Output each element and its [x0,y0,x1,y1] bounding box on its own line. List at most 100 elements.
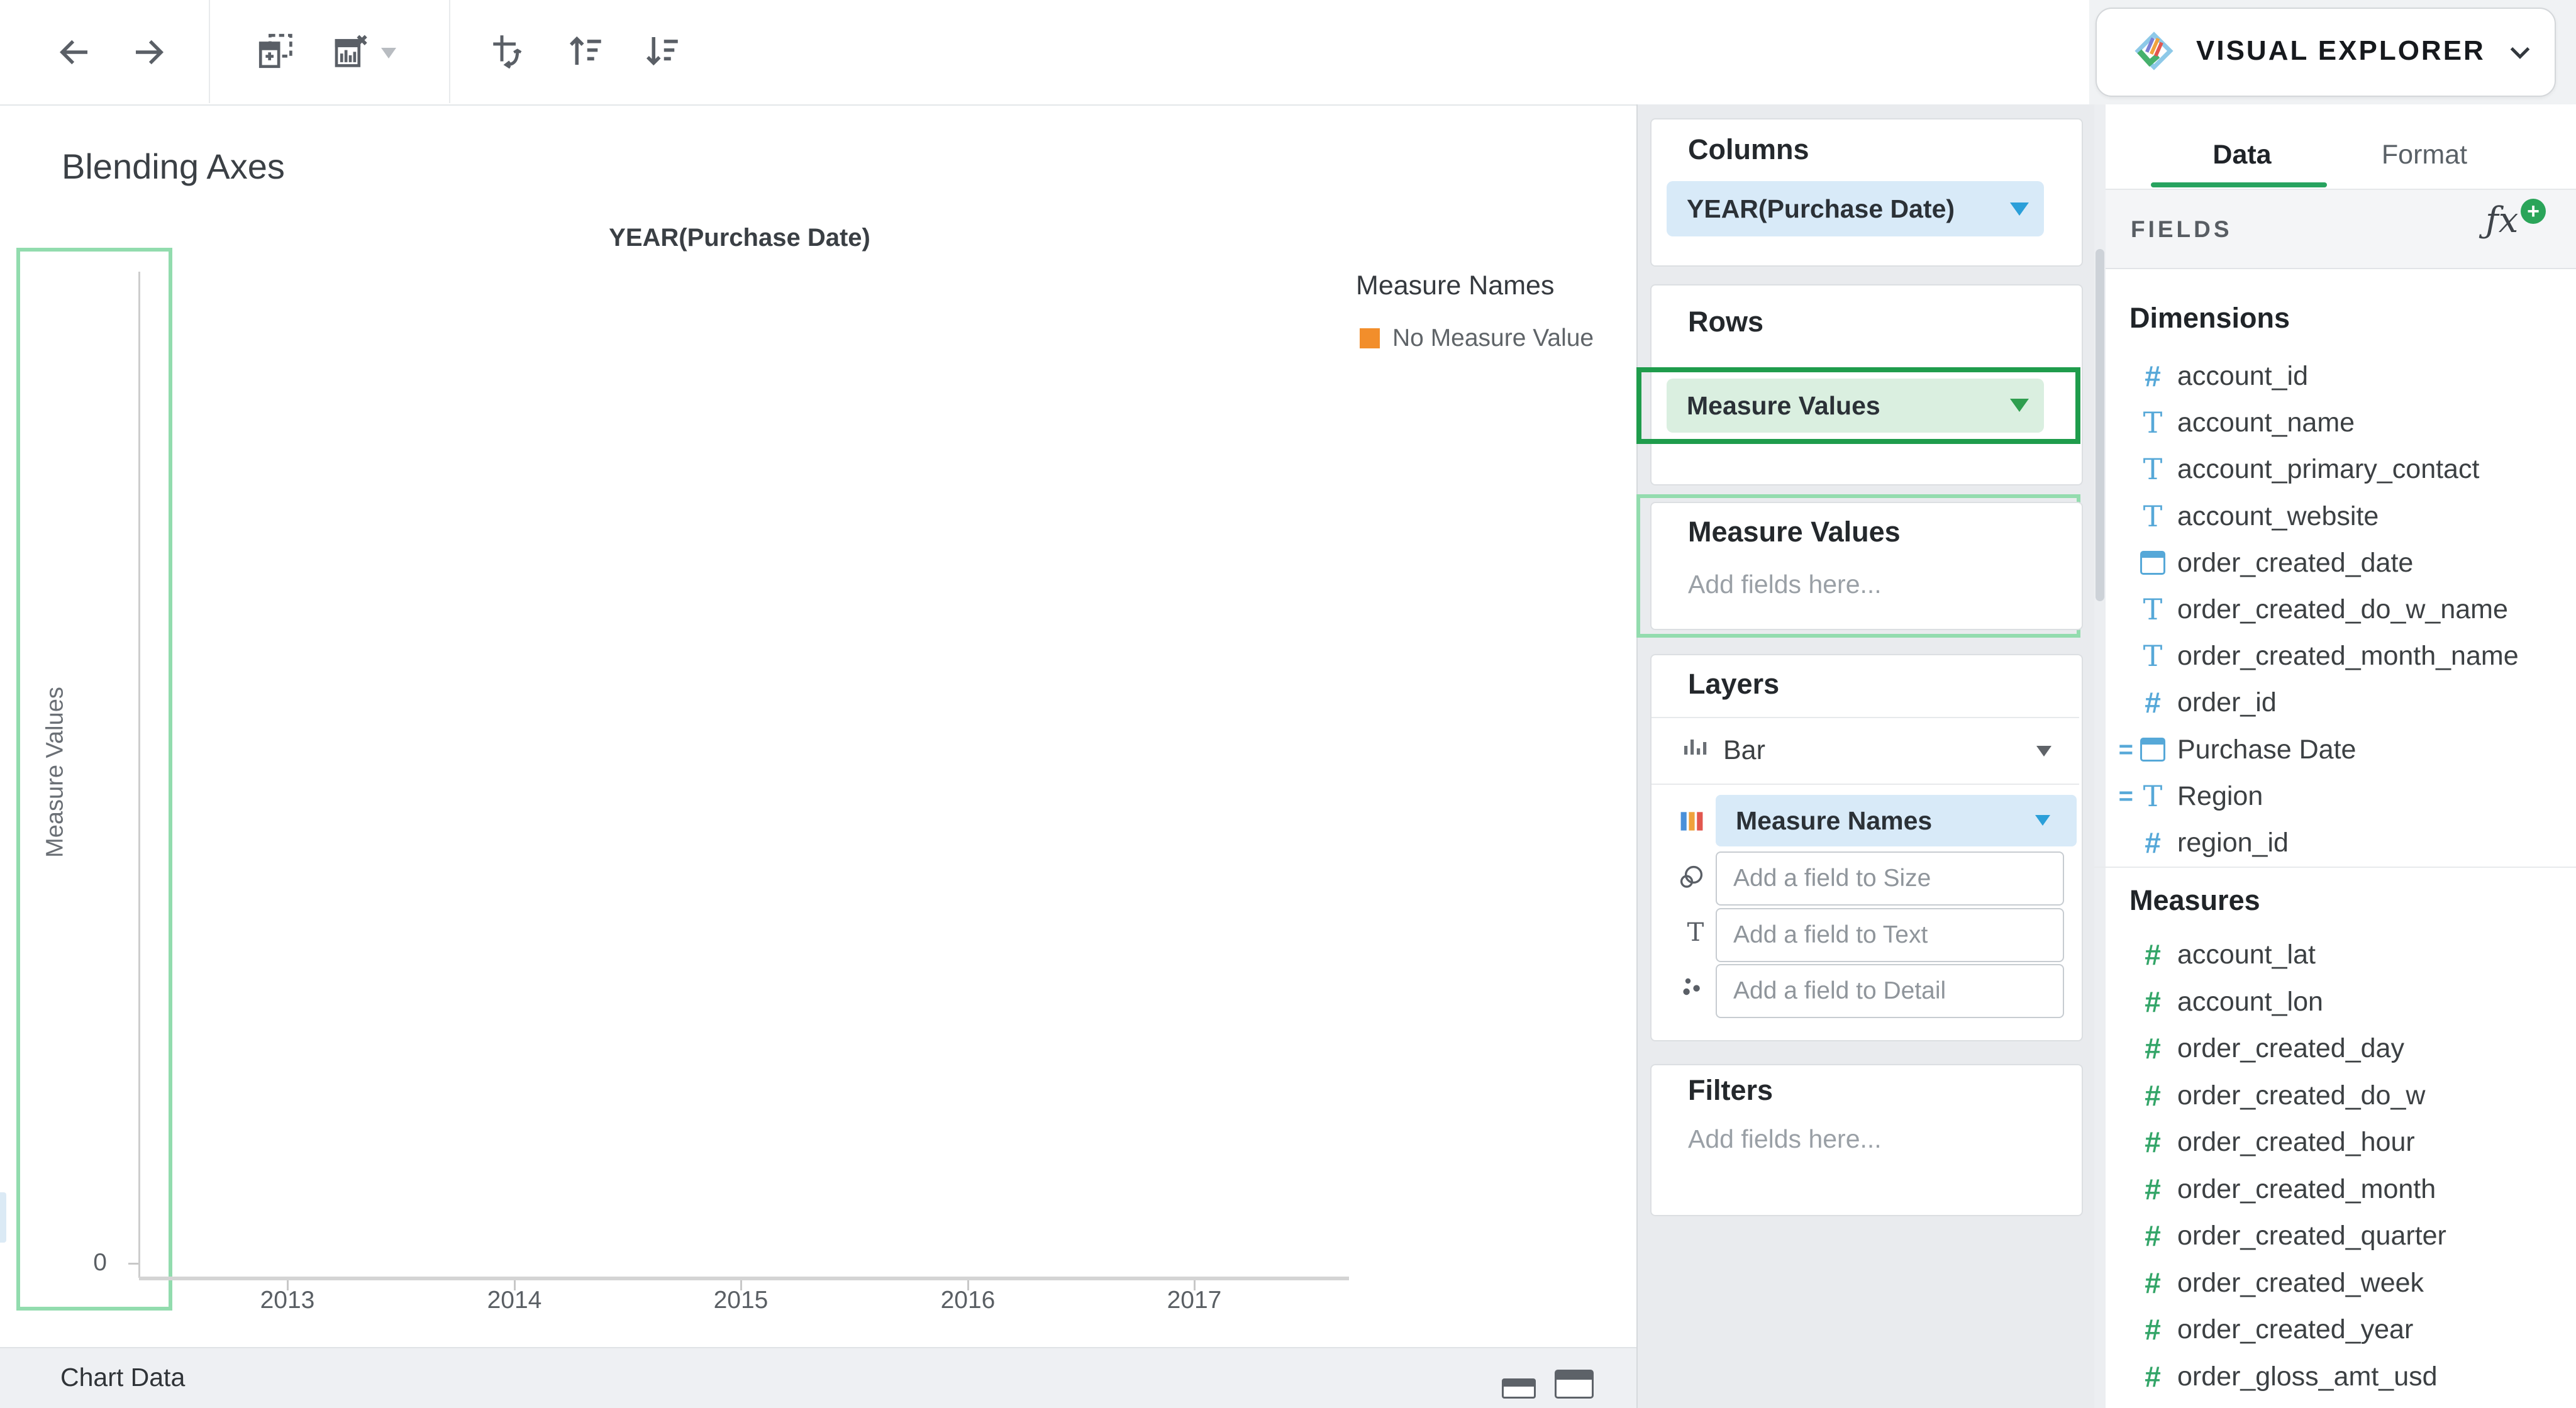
legend-swatch-icon[interactable] [1360,328,1380,348]
size-placeholder: Add a field to Size [1717,853,2063,904]
tab-format[interactable]: Format [2358,140,2490,170]
field-label: order_created_date [2177,540,2413,585]
y-axis-title[interactable]: Measure Values [42,687,69,858]
number-icon [2136,1073,2170,1118]
x-tick-label: 2015 [691,1287,791,1314]
field-label: order_id [2177,680,2277,725]
y-axis-line [138,272,140,1278]
dropdown-caret-icon[interactable] [2010,202,2029,216]
field-label: account_lat [2177,932,2316,977]
divider [1652,784,2079,785]
expand-panel-icon[interactable] [1555,1370,1594,1399]
field-row[interactable]: region_id [2106,820,2575,865]
columns-pill-label: YEAR(Purchase Date) [1687,181,1955,236]
new-sheet-button[interactable] [255,30,297,72]
field-label: order_created_day [2177,1026,2404,1071]
mark-type-select[interactable]: Bar [1723,717,1765,784]
measure-values-label: Measure Values [1688,516,1901,548]
legend-item-label[interactable]: No Measure Value [1392,324,1594,352]
field-row[interactable]: account_lon [2106,979,2575,1024]
dropdown-caret-icon[interactable] [2036,746,2051,757]
clear-sheet-button[interactable] [330,30,371,72]
field-row[interactable]: order_created_hour [2106,1119,2575,1165]
text-drop-field[interactable]: Add a field to Text [1716,908,2064,962]
clear-sheet-caret-icon[interactable] [381,48,396,58]
field-label: order_created_week [2177,1260,2424,1305]
number-icon [2136,1026,2170,1071]
number-icon [2136,1167,2170,1212]
field-label: account_website [2177,494,2379,539]
field-row[interactable]: order_created_month [2106,1167,2575,1212]
detail-drop-field[interactable]: Add a field to Detail [1716,964,2064,1018]
columns-shelf-label: Columns [1688,133,1809,166]
detail-icon [1679,973,1709,1004]
field-row[interactable]: account_id [2106,353,2575,399]
x-axis-title[interactable]: YEAR(Purchase Date) [609,224,870,252]
field-label: region_id [2177,820,2289,865]
field-row[interactable]: account_primary_contact [2106,446,2575,492]
field-label: account_primary_contact [2177,446,2479,492]
swap-axes-button[interactable] [488,30,530,72]
size-drop-field[interactable]: Add a field to Size [1716,851,2064,906]
visual-explorer-label: VISUAL EXPLORER [2196,0,2485,102]
calculated-field-icon [2106,727,2133,772]
clear-sheet-icon [330,30,371,72]
x-tick-label: 2013 [237,1287,338,1314]
field-row[interactable]: account_website [2106,494,2575,539]
x-tick-label: 2016 [918,1287,1018,1314]
size-icon [1677,862,1707,892]
text-icon [2136,400,2170,445]
sort-descending-button[interactable] [641,30,683,72]
field-label: order_created_hour [2177,1119,2415,1165]
dropdown-caret-icon[interactable] [2035,815,2050,826]
y-axis-tick [128,1263,138,1265]
field-row[interactable]: Region [2106,773,2575,819]
scrollbar-thumb[interactable] [2096,249,2104,601]
field-row[interactable]: Purchase Date [2106,727,2575,772]
text-icon [2136,587,2170,632]
visual-explorer-logo-icon [2131,28,2177,74]
field-row[interactable]: account_lat [2106,932,2575,977]
field-row[interactable]: order_created_day [2106,1026,2575,1071]
color-legend-icon [1678,807,1706,835]
divider [2094,867,2576,868]
field-row[interactable]: order_created_month_name [2106,633,2575,679]
swap-axes-icon [488,30,530,72]
field-row[interactable]: order_created_week [2106,1260,2575,1305]
x-tick-label: 2017 [1144,1287,1245,1314]
field-row[interactable]: order_gloss_amt_usd [2106,1354,2575,1399]
filters-label: Filters [1688,1074,1773,1107]
field-row[interactable]: order_created_year [2106,1307,2575,1352]
field-row[interactable]: order_created_do_w [2106,1073,2575,1118]
y-axis-drop-highlight [16,248,172,1311]
back-button[interactable] [53,31,94,73]
rows-shelf-label: Rows [1688,306,1763,338]
forward-button[interactable] [129,31,170,73]
collapse-panel-icon[interactable] [1502,1378,1536,1399]
dropdown-caret-icon[interactable] [2010,399,2029,412]
sheet-title: Blending Axes [62,146,285,187]
field-row[interactable]: order_id [2106,680,2575,725]
text-icon [2136,446,2170,492]
chart-data-label: Chart Data [60,1347,185,1408]
chevron-down-icon[interactable] [2504,36,2536,68]
dimensions-section-label: Dimensions [2129,302,2290,335]
sort-ascending-button[interactable] [565,30,606,72]
text-icon [2136,633,2170,679]
field-row[interactable]: order_created_date [2106,540,2575,585]
color-pill-label: Measure Names [1736,795,1932,846]
field-row[interactable]: account_name [2106,400,2575,445]
measure-values-placeholder: Add fields here... [1688,570,1882,599]
field-label: order_gloss_amt_usd [2177,1354,2438,1399]
field-label: order_created_month [2177,1167,2436,1212]
y-tick-label: 0 [69,1249,107,1277]
tab-data[interactable]: Data [2182,140,2302,170]
field-row[interactable]: order_created_quarter [2106,1213,2575,1258]
field-row[interactable]: order_created_do_w_name [2106,587,2575,632]
new-sheet-icon [255,30,297,72]
drag-ghost-fragment [0,1192,6,1243]
number-icon [2136,1213,2170,1258]
sort-descending-icon [641,30,683,72]
x-tick-label: 2014 [464,1287,565,1314]
add-calculated-field-button[interactable]: + [2485,200,2555,257]
